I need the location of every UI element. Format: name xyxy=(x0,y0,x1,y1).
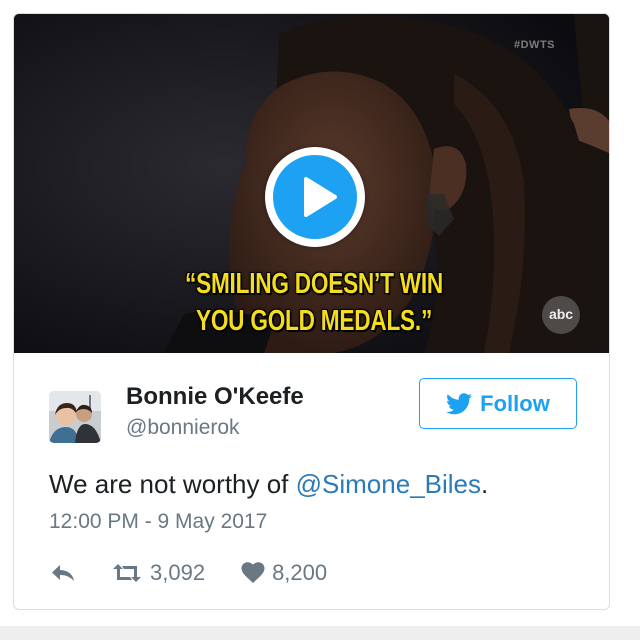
reply-button[interactable] xyxy=(49,562,77,584)
retweet-icon xyxy=(113,564,141,582)
author-name[interactable]: Bonnie O'Keefe xyxy=(126,383,304,411)
like-count: 8,200 xyxy=(272,560,328,585)
video-caption: “SMILING DOESN’T WIN YOU GOLD MEDALS.” xyxy=(174,266,455,340)
video-caption-line-2: YOU GOLD MEDALS.” xyxy=(195,305,433,337)
page-bottom-strip xyxy=(0,626,640,640)
tweet-text-after: . xyxy=(481,469,489,499)
twitter-bird-icon xyxy=(446,392,473,414)
reply-icon xyxy=(52,565,74,581)
tweet-timestamp[interactable]: 12:00 PM - 9 May 2017 xyxy=(49,510,267,534)
video-caption-line-1: “SMILING DOESN’T WIN xyxy=(185,268,443,300)
retweet-count: 3,092 xyxy=(150,560,206,585)
video-media[interactable]: #DWTS “SMILING DOESN’T WIN YOU GOLD MEDA… xyxy=(14,14,609,353)
tweet-actions: 3,092 8,200 xyxy=(49,559,327,587)
author-avatar[interactable] xyxy=(49,391,101,443)
retweet-button[interactable]: 3,092 xyxy=(111,560,205,586)
like-button[interactable]: 8,200 xyxy=(241,560,327,586)
network-logo: abc xyxy=(542,296,580,334)
tweet-text-before: We are not worthy of xyxy=(49,469,296,499)
play-icon xyxy=(304,177,337,217)
tweet-text: We are not worthy of @Simone_Biles. xyxy=(49,469,488,500)
follow-button[interactable]: Follow xyxy=(419,378,577,429)
video-watermark: #DWTS xyxy=(514,39,555,51)
heart-icon xyxy=(241,562,265,583)
play-button[interactable] xyxy=(265,147,365,247)
author-handle[interactable]: @bonnierok xyxy=(126,416,240,440)
mention-link[interactable]: @Simone_Biles xyxy=(296,469,481,499)
follow-button-label: Follow xyxy=(480,390,550,416)
avatar-photo xyxy=(49,391,101,443)
tweet-card: #DWTS “SMILING DOESN’T WIN YOU GOLD MEDA… xyxy=(13,13,610,610)
